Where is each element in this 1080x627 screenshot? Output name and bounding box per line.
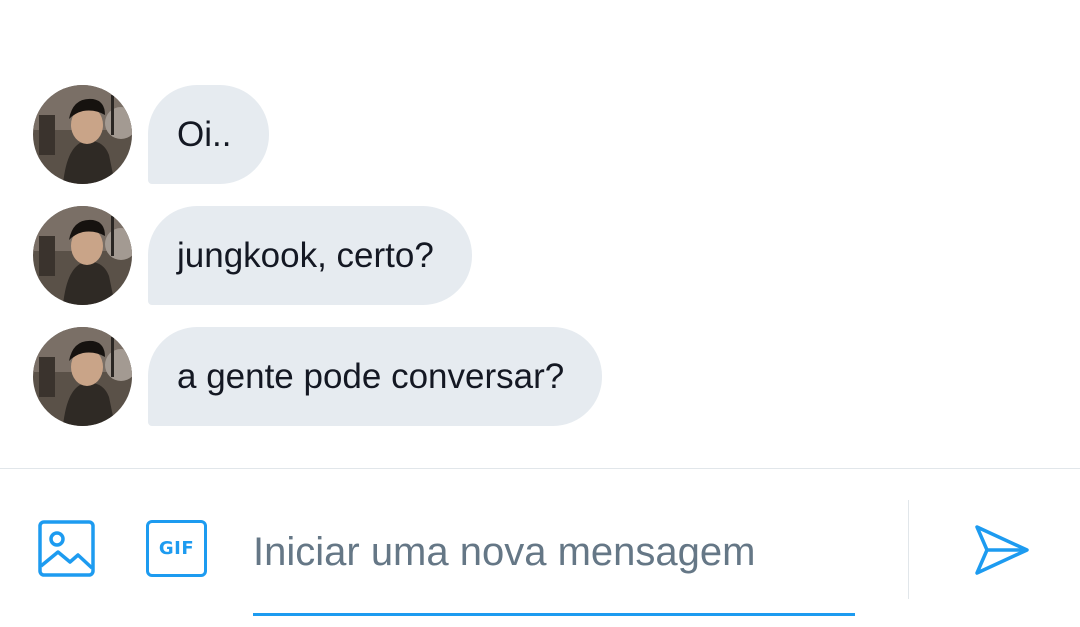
message-composer: GIF bbox=[0, 469, 1080, 627]
image-icon bbox=[38, 520, 95, 577]
avatar[interactable] bbox=[33, 326, 132, 426]
message-input[interactable] bbox=[253, 493, 855, 611]
message-bubble: Oi.. bbox=[148, 84, 270, 184]
avatar[interactable] bbox=[33, 84, 132, 184]
composer-separator bbox=[908, 500, 909, 599]
conversation-area: Oi.. jungkook, certo? a gente pode conve… bbox=[0, 0, 1080, 468]
input-focus-underline bbox=[253, 613, 855, 616]
message-row: Oi.. bbox=[33, 84, 270, 184]
add-image-button[interactable] bbox=[38, 520, 95, 577]
message-bubble: jungkook, certo? bbox=[148, 205, 472, 305]
add-gif-button[interactable]: GIF bbox=[146, 520, 207, 577]
avatar[interactable] bbox=[33, 205, 132, 305]
send-button[interactable] bbox=[973, 523, 1031, 577]
message-input-wrapper bbox=[253, 493, 855, 617]
send-icon bbox=[975, 525, 1029, 575]
message-row: jungkook, certo? bbox=[33, 205, 472, 305]
message-row: a gente pode conversar? bbox=[33, 326, 603, 426]
message-bubble: a gente pode conversar? bbox=[148, 326, 603, 426]
gif-icon: GIF bbox=[146, 520, 207, 577]
